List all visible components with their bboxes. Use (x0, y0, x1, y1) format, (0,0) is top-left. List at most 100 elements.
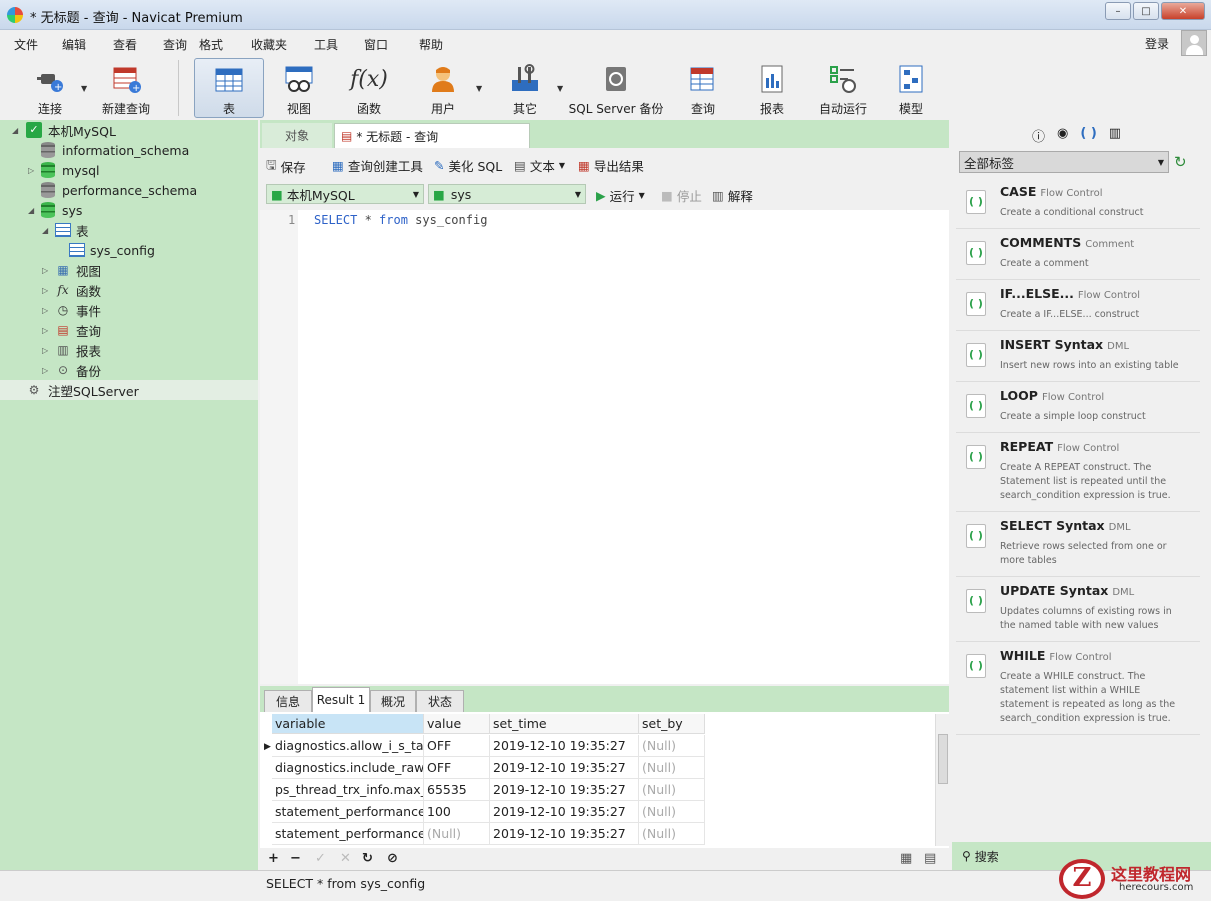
view-button[interactable]: 视图 (276, 58, 322, 118)
discard-changes-icon[interactable]: ✕ (340, 851, 351, 866)
tree-db-information-schema[interactable]: information_schema (0, 140, 258, 160)
stop-icon[interactable]: ⊘ (387, 851, 398, 866)
minimize-button[interactable]: – (1105, 2, 1131, 20)
tree-views[interactable]: ▷ ▦ 视图 (0, 260, 258, 280)
tree-db-performance-schema[interactable]: performance_schema (0, 180, 258, 200)
tree-db-mysql[interactable]: ▷ mysql (0, 160, 258, 180)
tab-query[interactable]: ▤ * 无标题 - 查询 (334, 123, 530, 148)
code-snippet-icon[interactable]: ( ) (1080, 126, 1096, 145)
run-dropdown-icon[interactable]: ▼ (639, 191, 645, 200)
expand-icon[interactable]: ▷ (28, 166, 36, 175)
table-cell[interactable]: ps_thread_trx_info.max_length (272, 779, 424, 801)
table-cell[interactable]: OFF (424, 757, 490, 779)
text-button[interactable]: ▤ 文本 ▼ (514, 156, 565, 175)
scrollbar-thumb[interactable] (938, 734, 948, 784)
menu-window[interactable]: 窗口 (364, 36, 388, 53)
table-cell[interactable]: OFF (424, 735, 490, 757)
table-cell[interactable]: 2019-12-10 19:35:27 (490, 801, 639, 823)
snippet-item[interactable]: ( ) REPEAT Flow Control Create A REPEAT c… (956, 433, 1200, 512)
table-cell[interactable]: diagnostics.include_raw (272, 757, 424, 779)
table-cell[interactable]: 2019-12-10 19:35:27 (490, 823, 639, 845)
result-scrollbar[interactable] (935, 714, 949, 846)
report-button[interactable]: 报表 (749, 58, 795, 118)
column-header[interactable]: variable (272, 714, 424, 734)
tree-backups[interactable]: ▷ ⊙ 备份 (0, 360, 258, 380)
database-select[interactable]: ■ sys ▼ (428, 184, 586, 204)
snippet-item[interactable]: ( ) INSERT Syntax DML Insert new rows int… (956, 331, 1200, 382)
tab-status[interactable]: 状态 (416, 690, 464, 712)
tree-db-sys[interactable]: ◢ sys (0, 200, 258, 220)
table-cell[interactable]: (Null) (639, 801, 705, 823)
tab-result-1[interactable]: Result 1 (312, 687, 370, 712)
form-view-icon[interactable]: ▤ (924, 851, 936, 866)
table-cell[interactable]: statement_performance_analyzer.view (272, 823, 424, 845)
column-header[interactable]: set_time (490, 714, 639, 734)
table-cell[interactable]: (Null) (639, 757, 705, 779)
close-button[interactable]: ✕ (1161, 2, 1205, 20)
delete-record-icon[interactable]: − (290, 851, 301, 866)
menu-format[interactable]: 格式 (199, 36, 223, 53)
table-cell[interactable]: (Null) (639, 823, 705, 845)
menu-tools[interactable]: 工具 (314, 36, 338, 53)
refresh-icon[interactable]: ↻ (362, 851, 373, 866)
menu-view[interactable]: 查看 (113, 36, 137, 53)
snippet-item[interactable]: ( ) UPDATE Syntax DML Updates columns of … (956, 577, 1200, 642)
sql-editor[interactable]: 1 SELECT * from sys_config (260, 210, 949, 684)
table-cell[interactable]: (Null) (424, 823, 490, 845)
other-button[interactable]: 其它 (502, 58, 548, 118)
snippet-item[interactable]: ( ) COMMENTS Comment Create a comment (956, 229, 1200, 280)
menu-query[interactable]: 查询 (163, 36, 187, 53)
menu-help[interactable]: 帮助 (419, 36, 443, 53)
table-cell[interactable]: 100 (424, 801, 490, 823)
explain-button[interactable]: ▥ 解释 (712, 186, 753, 205)
snippet-item[interactable]: ( ) IF...ELSE... Flow Control Create a IF… (956, 280, 1200, 331)
expand-icon[interactable]: ▷ (42, 326, 50, 335)
expand-icon[interactable]: ▷ (42, 286, 50, 295)
expand-icon[interactable]: ▷ (42, 366, 50, 375)
connect-dropdown-icon[interactable]: ▼ (81, 84, 87, 93)
expand-icon[interactable]: ▷ (42, 306, 50, 315)
function-button[interactable]: f(x) 函数 (346, 58, 392, 118)
tree-connection-sqlserver[interactable]: ⚙ 注塑SQLServer (0, 380, 258, 400)
snippet-item[interactable]: ( ) CASE Flow Control Create a conditiona… (956, 178, 1200, 229)
tab-overview[interactable]: 概况 (370, 690, 416, 712)
tree-functions[interactable]: ▷ fx 函数 (0, 280, 258, 300)
add-record-icon[interactable]: + (268, 851, 279, 866)
tree-connection-mysql[interactable]: ◢ ✓ 本机MySQL (0, 120, 258, 140)
other-dropdown-icon[interactable]: ▼ (557, 84, 563, 93)
table-cell[interactable]: (Null) (639, 735, 705, 757)
export-results-button[interactable]: ▦ 导出结果 (578, 156, 644, 175)
stop-button[interactable]: ■ 停止 (661, 186, 702, 205)
tree-events[interactable]: ▷ ◷ 事件 (0, 300, 258, 320)
collapse-icon[interactable]: ◢ (42, 226, 50, 235)
model-button[interactable]: 模型 (888, 58, 934, 118)
grid-view-icon[interactable]: ▦ (900, 851, 912, 866)
tree-table-sys-config[interactable]: sys_config (0, 240, 258, 260)
table-cell[interactable]: 2019-12-10 19:35:27 (490, 779, 639, 801)
text-dropdown-icon[interactable]: ▼ (559, 161, 565, 170)
tab-objects[interactable]: 对象 (262, 123, 332, 148)
maximize-button[interactable]: □ (1133, 2, 1159, 20)
collapse-icon[interactable]: ◢ (28, 206, 36, 215)
expand-icon[interactable]: ▷ (42, 266, 50, 275)
menu-file[interactable]: 文件 (14, 36, 38, 53)
save-button[interactable]: 🖫 保存 (266, 156, 306, 177)
table-cell[interactable]: statement_performance_analyzer.limit (272, 801, 424, 823)
column-header[interactable]: set_by (639, 714, 705, 734)
sqlserver-backup-button[interactable]: SQL Server 备份 (568, 58, 664, 118)
tree-reports[interactable]: ▷ ▥ 报表 (0, 340, 258, 360)
expand-icon[interactable]: ▷ (42, 346, 50, 355)
autorun-button[interactable]: 自动运行 (816, 58, 870, 118)
menu-edit[interactable]: 编辑 (62, 36, 86, 53)
query-button[interactable]: 查询 (680, 58, 726, 118)
query-builder-button[interactable]: ▦ 查询创建工具 (332, 156, 423, 175)
user-avatar-icon[interactable] (1181, 30, 1207, 56)
connect-button[interactable]: + 连接 (28, 58, 72, 118)
apply-changes-icon[interactable]: ✓ (315, 851, 326, 866)
run-button[interactable]: ▶ 运行 ▼ (596, 186, 645, 205)
beautify-sql-button[interactable]: ✎ 美化 SQL (434, 156, 502, 175)
snippet-item[interactable]: ( ) SELECT Syntax DML Retrieve rows selec… (956, 512, 1200, 577)
user-button[interactable]: 用户 (420, 58, 466, 118)
layout-icon[interactable]: ▥ (1109, 126, 1121, 145)
collapse-icon[interactable]: ◢ (12, 126, 20, 135)
